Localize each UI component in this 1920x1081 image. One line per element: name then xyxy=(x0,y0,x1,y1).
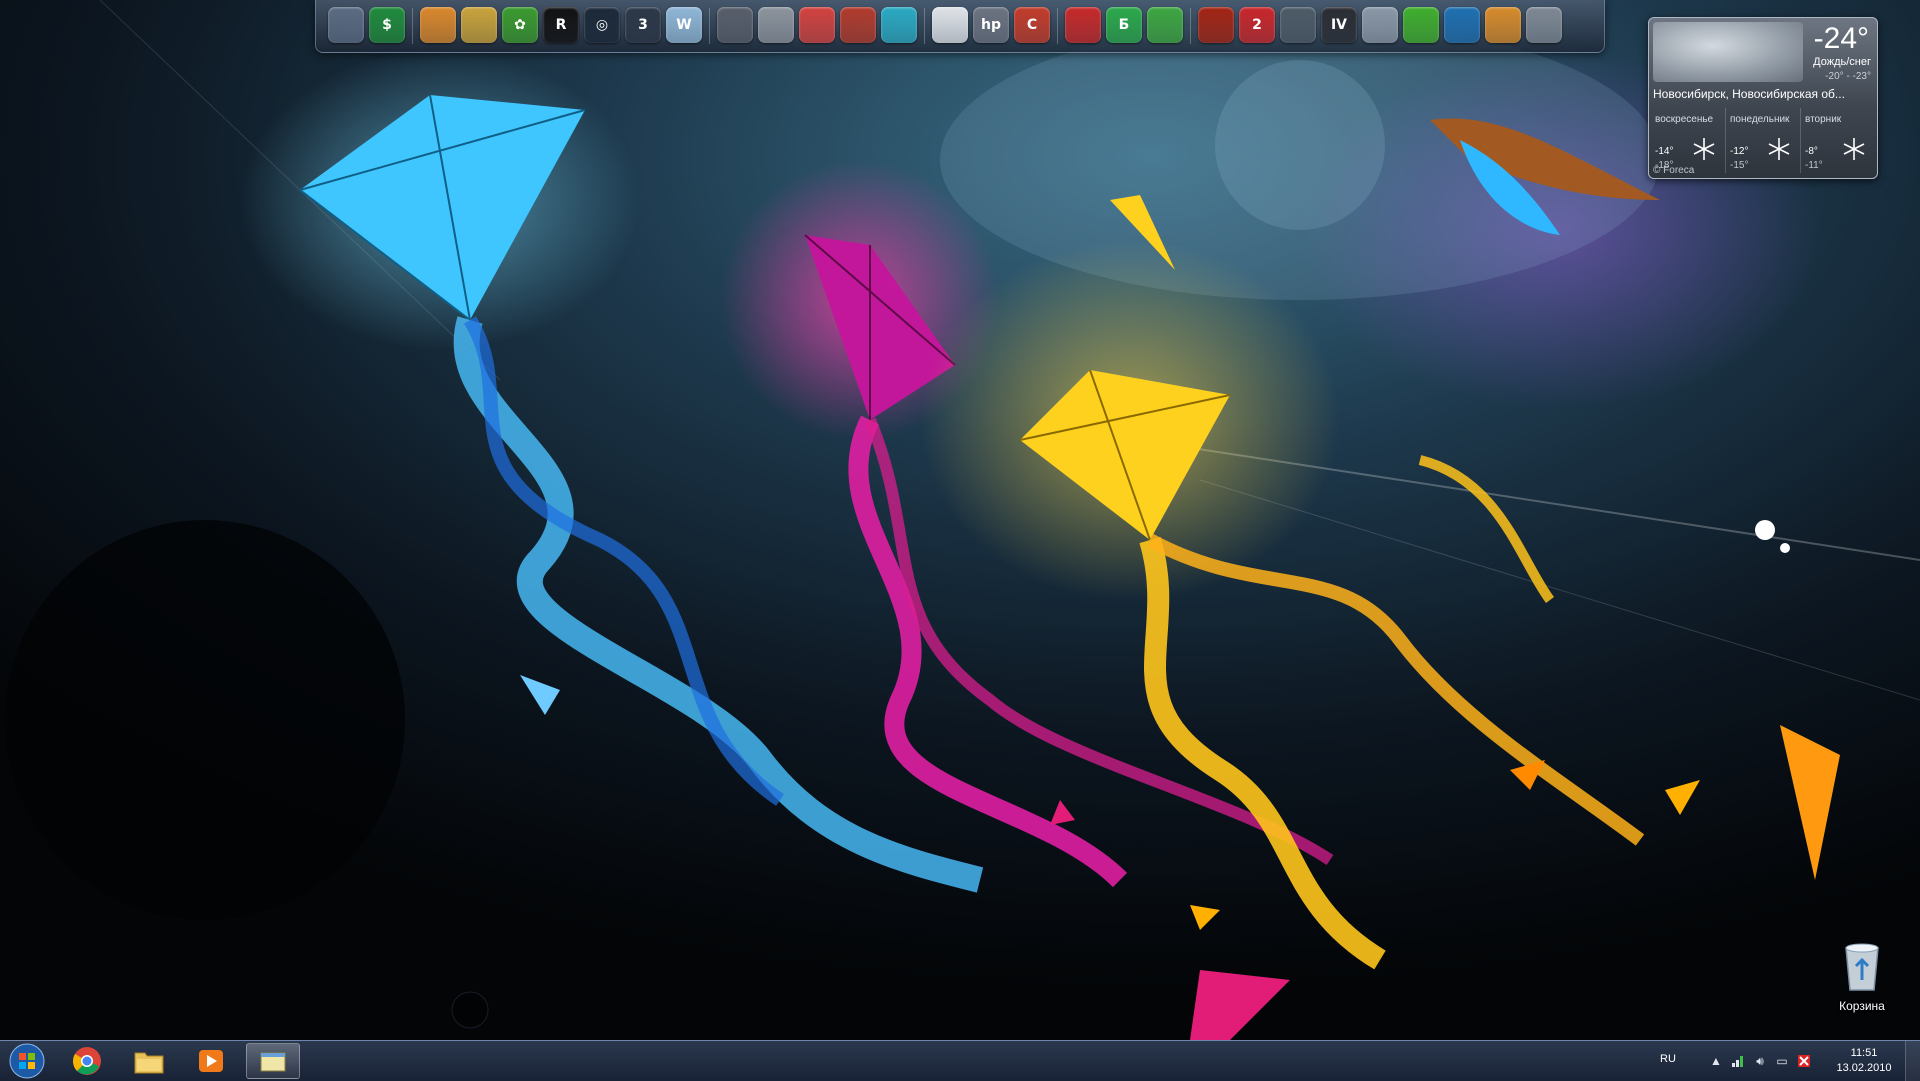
weather-location: Новосибирск, Новосибирская об... xyxy=(1653,87,1845,101)
forecast-day-name: воскресенье xyxy=(1655,114,1714,125)
temperature-range: -20° - -23° xyxy=(1825,71,1871,82)
forecast-day: понедельник -12° -15° xyxy=(1726,108,1801,173)
colors-icon[interactable] xyxy=(799,7,835,43)
taskbar-media-player-button[interactable] xyxy=(184,1043,238,1079)
volume-icon[interactable]: 🔊︎ xyxy=(1752,1053,1768,1069)
show-hidden-icons-icon[interactable]: ▲ xyxy=(1708,1053,1724,1069)
taskbar-explorer-button[interactable] xyxy=(122,1043,176,1079)
money-icon[interactable]: $ xyxy=(369,7,405,43)
snow-icon xyxy=(1843,138,1865,160)
game-character-icon[interactable] xyxy=(1485,7,1521,43)
desktop-wallpaper xyxy=(0,0,1920,1040)
hp-icon[interactable]: hp xyxy=(973,7,1009,43)
media-player-icon xyxy=(199,1050,223,1072)
recycle-bin[interactable]: Корзина xyxy=(1822,940,1902,1013)
taskbar-chrome-button[interactable] xyxy=(60,1043,114,1079)
wavelab-icon[interactable]: W xyxy=(666,7,702,43)
weather-credit: © Foreca xyxy=(1653,165,1695,176)
taskbar: RU ▲ 🔊︎ ▭ 11:51 13.02.2010 xyxy=(0,1040,1920,1081)
clock[interactable]: 11:51 13.02.2010 xyxy=(1834,1046,1894,1076)
dock-separator xyxy=(1057,8,1058,44)
forecast-high: -8° xyxy=(1805,146,1818,157)
dock-separator xyxy=(412,8,413,44)
security-alert-icon[interactable] xyxy=(1796,1053,1812,1069)
language-indicator[interactable]: RU xyxy=(1660,1053,1676,1065)
three-icon[interactable]: 3 xyxy=(625,7,661,43)
steam-icon[interactable]: ◎ xyxy=(584,7,620,43)
phone-icon[interactable] xyxy=(932,7,968,43)
forecast-low: -11° xyxy=(1805,160,1823,171)
weather-condition: Дождь/снег xyxy=(1813,56,1871,68)
quick-launch-dock: $ ✿ R ◎ 3 Whp C Б 2 IV xyxy=(315,0,1605,53)
contacts-icon[interactable] xyxy=(420,7,456,43)
chrome-icon xyxy=(73,1047,101,1075)
forecast-high: -12° xyxy=(1730,146,1749,157)
dock-separator xyxy=(1190,8,1191,44)
slideshow-icon[interactable] xyxy=(328,7,364,43)
feather-icon[interactable] xyxy=(881,7,917,43)
game-2-icon[interactable]: 2 xyxy=(1239,7,1275,43)
icq-flower-icon[interactable]: ✿ xyxy=(502,7,538,43)
folder-icon xyxy=(134,1052,164,1074)
shield-icon[interactable] xyxy=(1280,7,1316,43)
camera-icon[interactable] xyxy=(758,7,794,43)
b3-icon[interactable]: Б xyxy=(1106,7,1142,43)
system-tray: RU ▲ 🔊︎ ▭ 11:51 13.02.2010 xyxy=(1660,1041,1920,1081)
recycle-bin-icon xyxy=(1845,943,1879,991)
gta-iv-icon[interactable]: IV xyxy=(1321,7,1357,43)
rockstar-icon[interactable]: R xyxy=(543,7,579,43)
alien-icon[interactable] xyxy=(1526,7,1562,43)
current-temperature: -24° xyxy=(1813,22,1869,55)
forecast-days: воскресенье -14° -18° понедельник -12° -… xyxy=(1651,108,1875,173)
magnet-icon[interactable]: C xyxy=(1014,7,1050,43)
forecast-day-name: вторник xyxy=(1805,114,1842,125)
windows-logo-icon xyxy=(9,1043,45,1079)
snow-icon xyxy=(1693,138,1715,160)
forecast-low: -15° xyxy=(1730,160,1749,171)
flame-icon[interactable] xyxy=(1198,7,1234,43)
red-book-icon[interactable] xyxy=(1065,7,1101,43)
dock-separator xyxy=(709,8,710,44)
forecast-day: вторник -8° -11° xyxy=(1801,108,1875,173)
blue-disc-icon[interactable] xyxy=(1444,7,1480,43)
clock-date: 13.02.2010 xyxy=(1836,1062,1892,1074)
pen-tool-icon[interactable] xyxy=(840,7,876,43)
forecast-day: воскресенье -14° -18° xyxy=(1651,108,1726,173)
blade-icon[interactable] xyxy=(1362,7,1398,43)
taskbar-active-window-button[interactable] xyxy=(246,1043,300,1079)
clock-time: 11:51 xyxy=(1850,1047,1878,1059)
forecast-high: -14° xyxy=(1655,146,1674,157)
window-icon xyxy=(260,1052,286,1072)
recycle-bin-label: Корзина xyxy=(1839,999,1885,1013)
forecast-day-name: понедельник xyxy=(1730,114,1790,125)
green-man-icon[interactable] xyxy=(1403,7,1439,43)
start-button[interactable] xyxy=(4,1043,50,1079)
snow-icon xyxy=(1768,138,1790,160)
weather-condition-icon xyxy=(1653,22,1803,82)
green-orb-icon[interactable] xyxy=(1147,7,1183,43)
show-desktop-button[interactable] xyxy=(1905,1041,1920,1081)
tags-icon[interactable] xyxy=(461,7,497,43)
dock-separator xyxy=(924,8,925,44)
network-icon[interactable] xyxy=(1730,1053,1746,1069)
film-icon[interactable] xyxy=(717,7,753,43)
action-center-icon[interactable]: ▭ xyxy=(1774,1053,1790,1069)
weather-gadget[interactable]: -24° Дождь/снег -20° - -23° Новосибирск,… xyxy=(1648,17,1878,179)
